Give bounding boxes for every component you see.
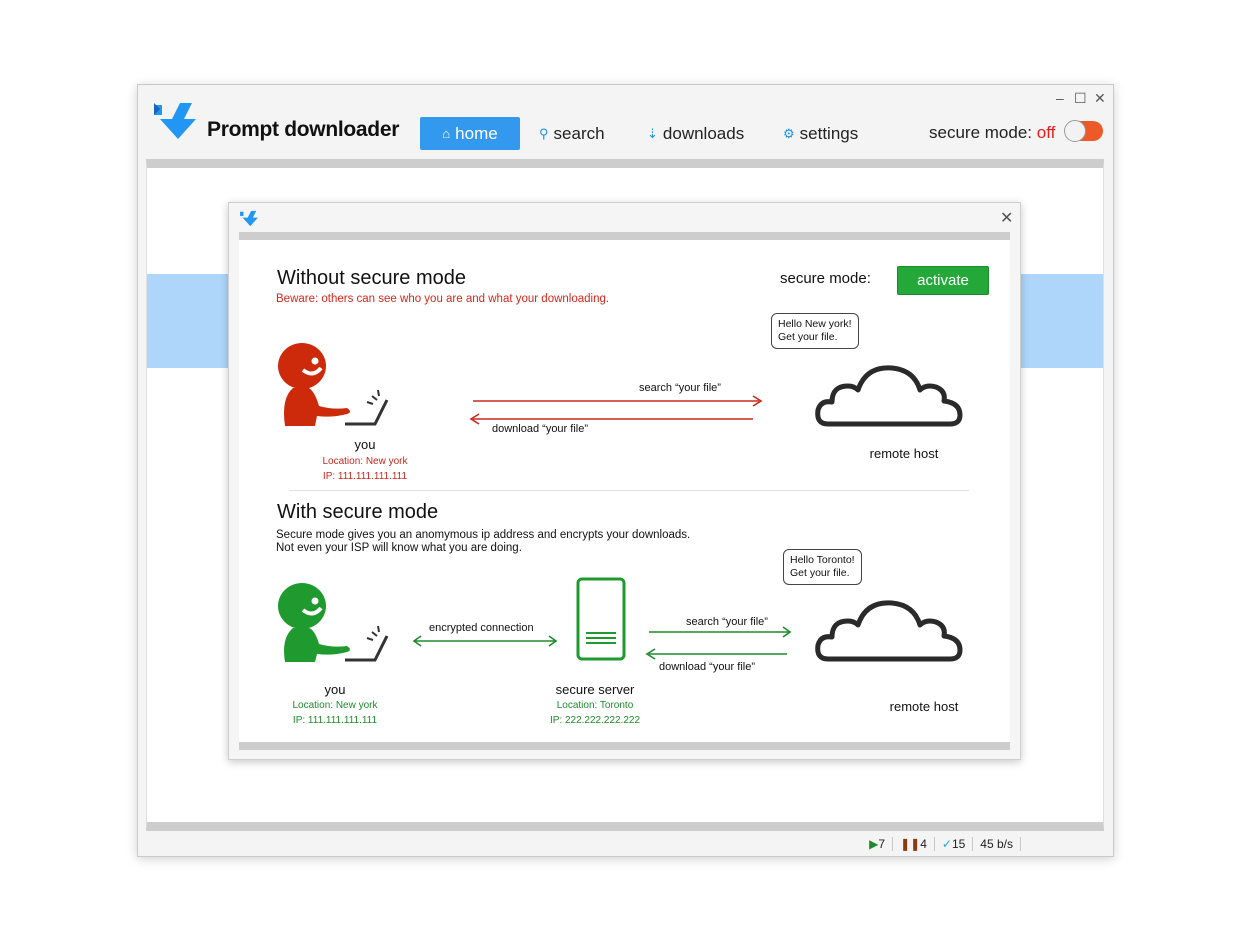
maximize-button[interactable]: ☐ <box>1074 91 1087 105</box>
with-you-label: you <box>324 682 346 697</box>
nav-home[interactable]: ⌂ home <box>420 117 520 150</box>
user-green-icon <box>278 583 389 662</box>
dialog-content: secure mode: activate Without secure mod… <box>239 232 1010 750</box>
nav-settings-label: settings <box>799 123 859 143</box>
cloud-icon <box>815 365 963 427</box>
with-arrows <box>645 626 792 660</box>
encrypted-connection-label: encrypted connection <box>429 622 534 634</box>
nav-search-label: search <box>553 123 605 143</box>
dialog-secure-mode-label: secure mode: <box>780 270 871 287</box>
without-bubble: Hello New york! Get your file. <box>771 313 859 349</box>
without-arrows <box>469 395 763 425</box>
with-location: Location: New york <box>292 700 378 711</box>
without-download-label: download “your file” <box>492 423 588 435</box>
status-paused: ❚❚4 <box>893 837 935 851</box>
status-speed: 45 b/s <box>973 837 1021 851</box>
section-divider <box>289 490 969 491</box>
activate-button[interactable]: activate <box>897 266 989 295</box>
nav-settings[interactable]: ⚙ settings <box>783 117 858 150</box>
without-location: Location: New york <box>322 456 408 467</box>
nav-downloads[interactable]: ⇣ downloads <box>647 117 744 150</box>
without-ip: IP: 111.111.111.111 <box>322 471 408 482</box>
gear-icon: ⚙ <box>783 125 795 141</box>
status-completed: ✓15 <box>935 837 974 851</box>
cloud-icon-secure <box>815 600 963 662</box>
home-icon: ⌂ <box>442 126 451 141</box>
search-icon: ⚲ <box>539 125 549 141</box>
status-bar: ▶7 ❚❚4 ✓15 45 b/s <box>862 837 1021 851</box>
server-ip: IP: 222.222.222.222 <box>549 715 641 726</box>
status-active: ▶7 <box>862 837 894 851</box>
without-search-label: search “your file” <box>639 382 721 394</box>
secure-mode-label: secure mode: off <box>929 123 1056 142</box>
with-search-label: search “your file” <box>686 616 768 628</box>
without-warning: Beware: others can see who you are and w… <box>276 293 610 305</box>
without-title: Without secure mode <box>277 267 466 289</box>
minimize-button[interactable]: – <box>1056 91 1064 105</box>
server-location: Location: Toronto <box>556 700 634 711</box>
encrypted-arrow <box>412 635 558 647</box>
without-you-label: you <box>354 437 376 452</box>
dialog-close-button[interactable]: ✕ <box>1000 208 1013 228</box>
secure-mode-state: off <box>1036 123 1056 142</box>
secure-mode-dialog: ✕ secure mode: activate Without secure m… <box>228 202 1021 760</box>
download-arrow-icon <box>154 103 196 139</box>
with-ip: IP: 111.111.111.111 <box>292 715 378 726</box>
downloads-icon: ⇣ <box>647 125 658 141</box>
check-icon: ✓ <box>941 837 952 851</box>
nav-search[interactable]: ⚲ search <box>539 117 605 150</box>
app-title: Prompt downloader <box>207 118 400 141</box>
with-desc-line2: Not even your ISP will know what you are… <box>276 542 522 554</box>
pause-icon: ❚❚ <box>900 837 921 851</box>
with-desc-line1: Secure mode gives you an anomymous ip ad… <box>276 529 691 541</box>
user-red-icon <box>278 343 389 426</box>
dialog-logo-icon <box>240 210 258 227</box>
play-icon: ▶ <box>869 837 879 851</box>
with-title: With secure mode <box>277 501 439 523</box>
toggle-knob <box>1064 120 1086 142</box>
nav-downloads-label: downloads <box>662 123 745 143</box>
without-remote-host: remote host <box>869 446 939 461</box>
with-download-label: download “your file” <box>659 661 755 673</box>
nav-home-label: home <box>455 123 498 143</box>
secure-server-icon <box>576 577 626 661</box>
close-button[interactable]: ✕ <box>1094 91 1106 105</box>
secure-mode-toggle[interactable] <box>1064 120 1103 142</box>
with-remote-host: remote host <box>889 699 959 714</box>
with-bubble: Hello Toronto! Get your file. <box>783 549 862 585</box>
server-label: secure server <box>555 682 635 697</box>
